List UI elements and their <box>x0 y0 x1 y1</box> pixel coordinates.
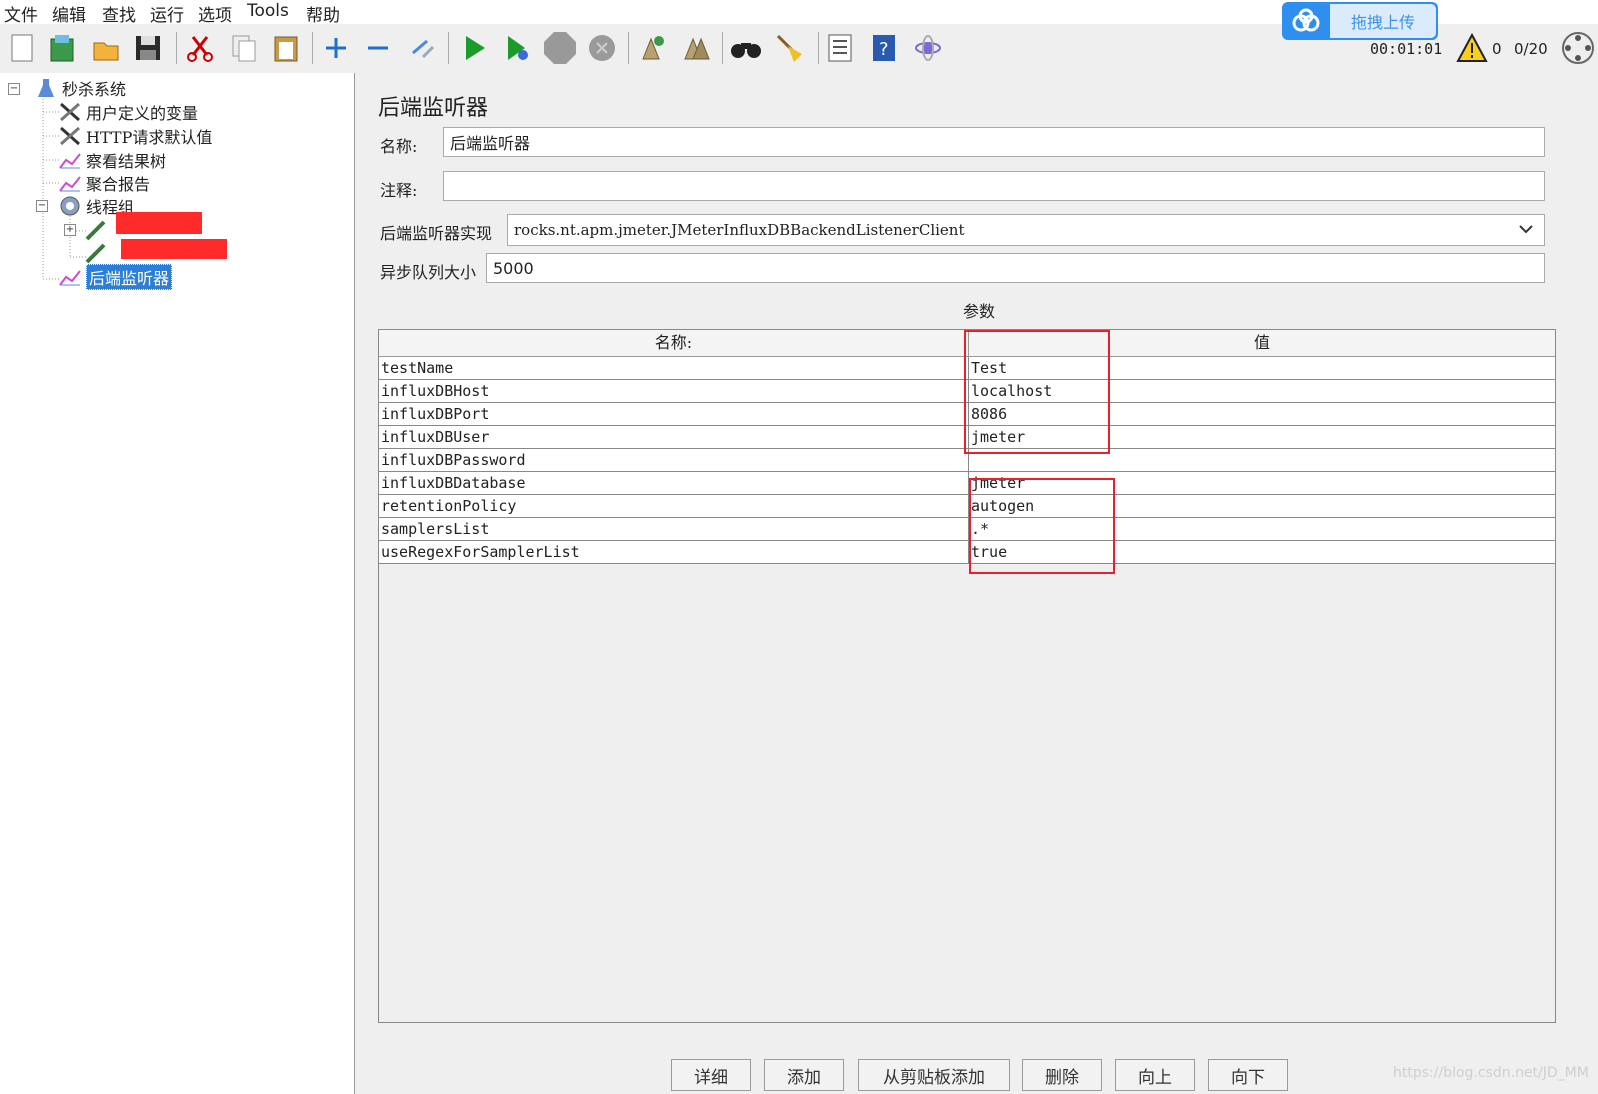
highlight-box <box>964 330 1110 454</box>
pipette-icon <box>84 242 108 264</box>
clear-icon[interactable] <box>634 30 670 66</box>
move-down-button[interactable]: 向下 <box>1208 1059 1288 1091</box>
tools-icon <box>58 101 82 123</box>
graph-icon <box>58 149 82 171</box>
backend-listener-panel: 后端监听器 名称: 后端监听器 注释: 后端监听器实现 rocks.nt.apm… <box>360 73 1598 1094</box>
menu-tools[interactable]: Tools <box>247 1 289 21</box>
details-button[interactable]: 详细 <box>671 1059 751 1091</box>
impl-label: 后端监听器实现 <box>380 224 493 243</box>
warning-icon[interactable] <box>1454 30 1490 66</box>
collapse-icon[interactable] <box>360 30 396 66</box>
tree-item-user-variables[interactable]: 用户定义的变量 <box>58 101 198 123</box>
collapse-toggle[interactable]: − <box>36 200 48 212</box>
tree-item-http-defaults[interactable]: HTTP请求默认值 <box>58 125 212 147</box>
panel-title: 后端监听器 <box>378 96 489 121</box>
toolbar: ? <box>0 24 1598 72</box>
tree-item-sampler[interactable] <box>84 242 112 264</box>
copy-icon[interactable] <box>226 30 262 66</box>
comment-field[interactable] <box>443 171 1545 201</box>
queue-size-field[interactable]: 5000 <box>486 253 1545 283</box>
graph-icon <box>58 266 82 288</box>
impl-value: rocks.nt.apm.jmeter.JMeterInfluxDBBacken… <box>514 221 965 239</box>
templates-icon[interactable] <box>44 30 80 66</box>
reset-search-icon[interactable] <box>772 30 808 66</box>
expand-icon[interactable] <box>318 30 354 66</box>
tree-item-aggregate-report[interactable]: 聚合报告 <box>58 172 150 194</box>
toggle-icon[interactable] <box>404 30 440 66</box>
redacted-label <box>116 212 202 234</box>
function-helper-icon[interactable] <box>822 30 858 66</box>
params-table: 名称: 值 testName Test influxDBHost localhost… <box>378 329 1556 1023</box>
delete-button[interactable]: 删除 <box>1022 1059 1102 1091</box>
graph-icon <box>58 172 82 194</box>
cut-icon[interactable] <box>182 30 218 66</box>
table-row[interactable]: retentionPolicy autogen <box>379 495 1555 518</box>
open-icon[interactable] <box>88 30 124 66</box>
expand-toggle[interactable]: + <box>64 224 76 236</box>
tree-root[interactable]: 秒杀系统 <box>34 77 126 99</box>
thread-status-icon[interactable] <box>1560 30 1596 66</box>
impl-select[interactable]: rocks.nt.apm.jmeter.JMeterInfluxDBBacken… <box>507 214 1545 246</box>
stop-icon[interactable] <box>542 30 578 66</box>
flask-icon <box>34 77 58 99</box>
paste-icon[interactable] <box>268 30 304 66</box>
tree-item-backend-listener[interactable]: 后端监听器 <box>58 264 173 290</box>
menu-run[interactable]: 运行 <box>150 1 184 26</box>
tree-item-sampler[interactable] <box>84 219 112 241</box>
menu-file[interactable]: 文件 <box>4 1 38 26</box>
new-icon[interactable] <box>4 30 40 66</box>
gear-icon <box>58 195 82 217</box>
column-header-name[interactable]: 名称: <box>379 330 969 356</box>
elapsed-timer: 00:01:01 <box>1370 40 1443 58</box>
active-threads: 0/20 <box>1514 40 1548 58</box>
table-row[interactable]: influxDBDatabase jmeter <box>379 472 1555 495</box>
table-row[interactable]: useRegexForSamplerList true <box>379 541 1555 564</box>
menu-edit[interactable]: 编辑 <box>52 1 86 26</box>
move-up-button[interactable]: 向上 <box>1115 1059 1195 1091</box>
comment-label: 注释: <box>380 181 418 200</box>
name-field[interactable]: 后端监听器 <box>443 127 1545 157</box>
search-icon[interactable] <box>728 30 764 66</box>
highlight-box <box>969 478 1115 574</box>
redacted-label <box>121 239 227 259</box>
menu-help[interactable]: 帮助 <box>306 1 340 26</box>
queue-size-label: 异步队列大小 <box>380 263 477 282</box>
clear-all-icon[interactable] <box>678 30 714 66</box>
shutdown-icon[interactable] <box>584 30 620 66</box>
menu-search[interactable]: 查找 <box>102 1 136 26</box>
collapse-toggle[interactable]: − <box>8 83 20 95</box>
warning-count: 0 <box>1492 40 1502 58</box>
chevron-down-icon <box>1518 221 1534 241</box>
help-icon[interactable]: ? <box>866 30 902 66</box>
add-from-clipboard-button[interactable]: 从剪贴板添加 <box>858 1059 1010 1091</box>
start-icon[interactable] <box>456 30 492 66</box>
table-row[interactable]: samplersList .* <box>379 518 1555 541</box>
tools-icon <box>58 125 82 147</box>
pipette-icon <box>84 219 108 241</box>
menu-options[interactable]: 选项 <box>198 1 232 26</box>
svg-text:?: ? <box>879 39 889 60</box>
watermark: https://blog.csdn.net/JD_MM <box>1393 1065 1589 1081</box>
tree-item-results-tree[interactable]: 察看结果树 <box>58 149 166 171</box>
remote-icon[interactable] <box>910 30 946 66</box>
save-icon[interactable] <box>130 30 166 66</box>
params-label: 参数 <box>962 302 995 321</box>
name-label: 名称: <box>380 137 418 156</box>
test-plan-tree: − 秒杀系统 用户定义的变量 HTTP请求默认值 察看结果树 聚合报告 − 线程… <box>0 73 355 1094</box>
add-button[interactable]: 添加 <box>764 1059 844 1091</box>
start-no-pauses-icon[interactable] <box>498 30 534 66</box>
